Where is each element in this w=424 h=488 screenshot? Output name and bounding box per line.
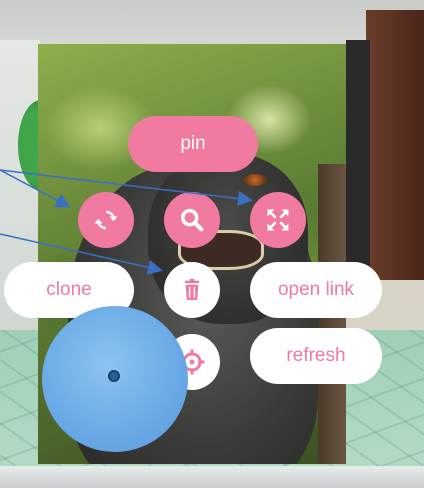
delete-button[interactable]: [164, 262, 220, 318]
bottom-light-strip: [0, 466, 424, 488]
doorway: [346, 40, 370, 280]
open-link-button[interactable]: open link: [250, 262, 382, 318]
rotate-icon: [92, 206, 120, 234]
joystick-handle[interactable]: [108, 370, 120, 382]
open-link-label: open link: [277, 279, 355, 300]
rotate-button[interactable]: [78, 192, 134, 248]
photo-monkey-eye: [244, 174, 266, 186]
movement-joystick[interactable]: [42, 306, 188, 452]
clone-label: clone: [46, 279, 92, 300]
zoom-button[interactable]: [164, 192, 220, 248]
refresh-button[interactable]: refresh: [250, 328, 382, 384]
expand-button[interactable]: [250, 192, 306, 248]
pin-label: pin: [180, 133, 206, 154]
wooden-door-frame: [366, 10, 424, 300]
magnifier-icon: [178, 206, 206, 234]
refresh-label: refresh: [286, 345, 346, 366]
pin-button[interactable]: pin: [128, 116, 258, 172]
trash-icon: [178, 276, 206, 304]
expand-icon: [264, 206, 292, 234]
